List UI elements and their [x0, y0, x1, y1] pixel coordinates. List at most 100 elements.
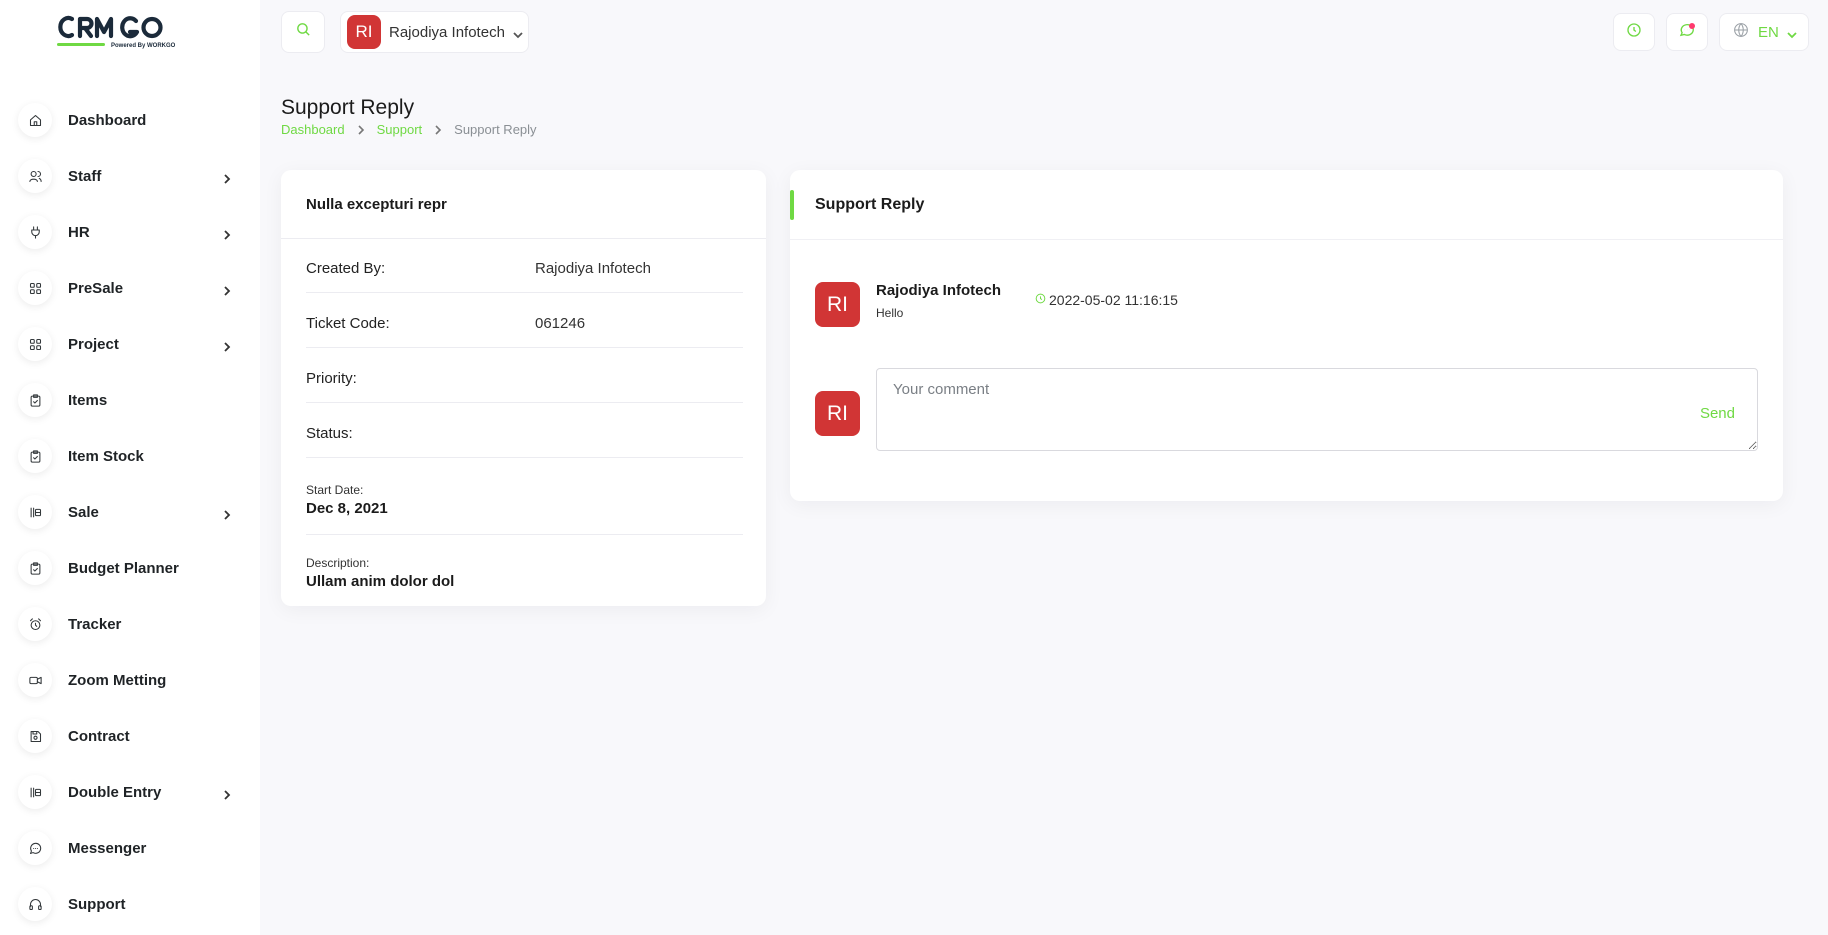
video-icon [18, 663, 52, 697]
brand-logo[interactable]: Powered By WORKGO [54, 12, 196, 52]
send-button[interactable]: Send [1700, 405, 1735, 422]
sidebar-item-label: Contract [68, 727, 130, 745]
chevron-right-icon [222, 507, 232, 520]
clock-icon [1034, 292, 1049, 308]
sidebar-item-support[interactable]: Support [18, 876, 242, 932]
support-reply-card: Support Reply RI Rajodiya Infotech Hello… [790, 170, 1783, 501]
grid-icon [18, 271, 52, 305]
field-value: 061246 [535, 315, 586, 332]
ticket-code-row: Ticket Code: 061246 [306, 293, 743, 348]
field-label: Status: [306, 425, 353, 442]
chevron-right-icon [222, 227, 232, 240]
message-author: Rajodiya Infotech [876, 282, 1002, 299]
sidebar-item-contract[interactable]: Contract [18, 708, 242, 764]
language-selector[interactable]: EN [1719, 13, 1809, 51]
avatar: RI [347, 15, 381, 49]
notification-dot [1689, 23, 1695, 29]
sidebar-item-items[interactable]: Items [18, 372, 242, 428]
field-value: Rajodiya Infotech [535, 260, 651, 277]
chevron-down-icon [1787, 27, 1797, 39]
sidebar-item-project[interactable]: Project [18, 316, 242, 372]
field-label: Created By: [306, 260, 386, 277]
chevron-right-icon [222, 283, 232, 296]
message-text: Hello [876, 306, 904, 320]
breadcrumb: Dashboard Support Support Reply [281, 122, 537, 137]
users-icon [18, 159, 52, 193]
sidebar-item-staff[interactable]: Staff [18, 148, 242, 204]
sidebar-item-label: Staff [68, 167, 102, 185]
sidebar-item-label: Zoom Metting [68, 671, 167, 689]
ticket-title: Nulla excepturi repr [306, 196, 447, 213]
field-value: Ullam anim dolor dol [306, 573, 455, 590]
breadcrumb-dashboard[interactable]: Dashboard [281, 122, 345, 137]
chevron-right-icon [222, 787, 232, 800]
chevron-right-icon [434, 124, 442, 135]
time-tracker-button[interactable] [1613, 13, 1655, 51]
priority-row: Priority: [306, 348, 743, 403]
globe-icon [1732, 21, 1750, 44]
created-by-row: Created By: Rajodiya Infotech [306, 238, 743, 293]
clipboard-check-icon [18, 439, 52, 473]
search-button[interactable] [281, 11, 325, 53]
timestamp-text: 2022-05-02 11:16:15 [1049, 292, 1178, 308]
sidebar-item-budget-planner[interactable]: Budget Planner [18, 540, 242, 596]
device-floppy-icon [18, 719, 52, 753]
chevron-right-icon [222, 171, 232, 184]
chevron-right-icon [357, 124, 365, 135]
chevron-right-icon [222, 339, 232, 352]
message-timestamp: 2022-05-02 11:16:15 [1034, 292, 1178, 308]
sidebar-item-label: Items [68, 391, 108, 409]
plug-icon [18, 215, 52, 249]
sidebar: Powered By WORKGO Dashboard Staff HR Pre… [0, 0, 260, 935]
sidebar-item-label: HR [68, 223, 90, 241]
company-switcher[interactable]: RI Rajodiya Infotech [340, 11, 529, 53]
field-label: Ticket Code: [306, 315, 390, 332]
chevron-down-icon [513, 27, 523, 39]
sidebar-item-presale[interactable]: PreSale [18, 260, 242, 316]
language-label: EN [1758, 23, 1779, 41]
sidebar-nav: Dashboard Staff HR PreSale Project Items [18, 92, 242, 932]
comment-box: Send [876, 368, 1758, 451]
avatar: RI [815, 391, 860, 436]
sidebar-item-label: Dashboard [68, 111, 147, 129]
status-row: Status: [306, 403, 743, 458]
ticket-details-card: Nulla excepturi repr Created By: Rajodiy… [281, 170, 766, 606]
columns-icon [18, 775, 52, 809]
sidebar-item-item-stock[interactable]: Item Stock [18, 428, 242, 484]
divider [790, 239, 1783, 240]
sidebar-item-sale[interactable]: Sale [18, 484, 242, 540]
sidebar-item-dashboard[interactable]: Dashboard [18, 92, 242, 148]
sidebar-item-label: Support [68, 895, 126, 913]
accent-bar [790, 190, 794, 220]
sidebar-item-zoom-metting[interactable]: Zoom Metting [18, 652, 242, 708]
sidebar-item-tracker[interactable]: Tracker [18, 596, 242, 652]
breadcrumb-current: Support Reply [454, 122, 537, 137]
message-circle-icon [18, 831, 52, 865]
sidebar-item-label: PreSale [68, 279, 124, 297]
columns-icon [18, 495, 52, 529]
sidebar-item-label: Item Stock [68, 447, 144, 465]
sidebar-item-messenger[interactable]: Messenger [18, 820, 242, 876]
sidebar-item-label: Tracker [68, 615, 122, 633]
sidebar-item-double-entry[interactable]: Double Entry [18, 764, 242, 820]
clock-icon [1625, 21, 1643, 44]
breadcrumb-support[interactable]: Support [377, 122, 423, 137]
avatar: RI [815, 282, 860, 327]
home-icon [18, 103, 52, 137]
search-icon [295, 21, 312, 43]
comment-input[interactable] [877, 369, 1757, 450]
field-label: Start Date: [306, 483, 364, 497]
sidebar-item-label: Messenger [68, 839, 147, 857]
company-name: Rajodiya Infotech [389, 23, 505, 41]
card-title: Support Reply [815, 196, 925, 213]
start-date: Start Date: Dec 8, 2021 [306, 483, 743, 535]
alarm-clock-icon [18, 607, 52, 641]
sidebar-item-label: Budget Planner [68, 559, 179, 577]
grid-icon [18, 327, 52, 361]
sidebar-item-label: Sale [68, 503, 99, 521]
field-label: Priority: [306, 370, 357, 387]
clipboard-check-icon [18, 551, 52, 585]
sidebar-item-hr[interactable]: HR [18, 204, 242, 260]
page-title: Support Reply [281, 96, 415, 119]
messages-button[interactable] [1666, 13, 1708, 51]
